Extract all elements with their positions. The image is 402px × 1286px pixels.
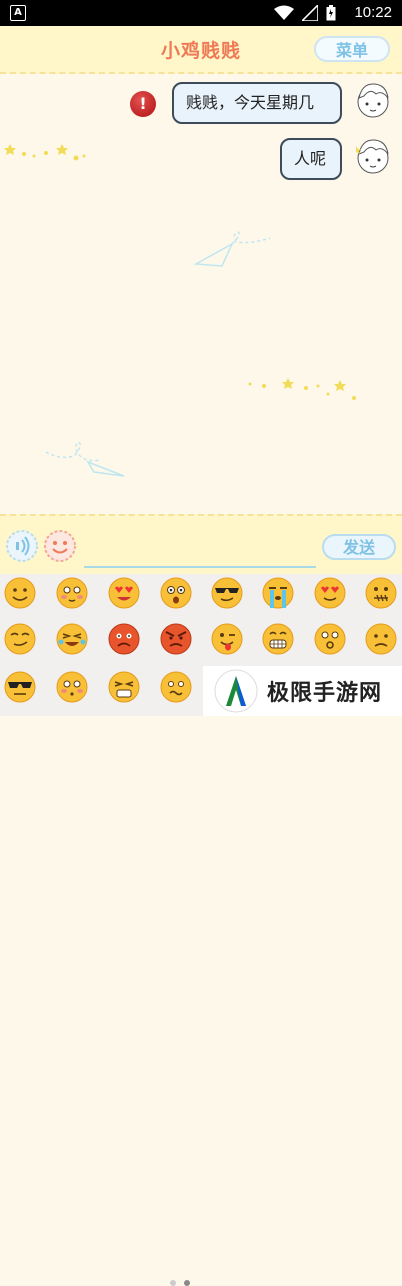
signal-icon (302, 5, 318, 21)
watermark-text: 极限手游网 (267, 681, 383, 706)
send-failed-icon[interactable]: ! (130, 91, 156, 117)
star-decoration-icon (248, 378, 356, 400)
sunglasses-icon[interactable] (3, 670, 37, 704)
wifi-icon (274, 5, 294, 20)
battery-icon (326, 5, 336, 21)
cool-sunglasses-icon[interactable] (210, 576, 244, 610)
paper-plane-decoration-icon (193, 231, 271, 267)
surprised-icon[interactable] (313, 622, 347, 656)
angry-red-icon[interactable] (107, 622, 141, 656)
menu-button[interactable]: 菜单 (314, 36, 390, 62)
chat-area[interactable]: ! 贱贱，今天星期几 人呢 (0, 74, 402, 514)
confused-icon[interactable] (159, 670, 193, 704)
notification-a-icon: A (10, 5, 26, 21)
watermark: 极限手游网 (203, 666, 402, 716)
send-button[interactable]: 发送 (322, 534, 396, 560)
input-bar: 发送 (0, 514, 402, 576)
sad-icon[interactable] (364, 622, 398, 656)
voice-icon[interactable] (6, 530, 38, 562)
clock: 10:22 (354, 4, 392, 21)
message-text: 人呢 (294, 149, 327, 168)
smirk-icon[interactable] (3, 622, 37, 656)
status-icons (274, 5, 336, 21)
smile-icon[interactable] (3, 576, 37, 610)
zipped-mouth-icon[interactable] (364, 576, 398, 610)
emoji-face-icon[interactable] (44, 530, 76, 562)
message-bubble[interactable]: 贱贱，今天星期几 (172, 82, 342, 124)
grin-icon[interactable] (261, 622, 295, 656)
page-dot[interactable] (170, 1280, 176, 1286)
message-input[interactable] (84, 530, 316, 568)
avatar[interactable] (354, 136, 392, 178)
crying-icon[interactable] (261, 576, 295, 610)
blushing-icon[interactable] (55, 670, 89, 704)
page-dot-active[interactable] (184, 1280, 190, 1286)
frustrated-icon[interactable] (107, 670, 141, 704)
furious-icon[interactable] (159, 622, 193, 656)
page-indicator (170, 1280, 190, 1286)
status-bar: A 10:22 (0, 0, 402, 26)
message-text: 贱贱，今天星期几 (186, 93, 315, 112)
wink-tongue-icon[interactable] (210, 622, 244, 656)
laughing-tears-icon[interactable] (55, 622, 89, 656)
message-bubble[interactable]: 人呢 (280, 138, 342, 180)
in-love-icon[interactable] (313, 576, 347, 610)
header-bar: 小鸡贱贱 菜单 (0, 26, 402, 74)
shy-icon[interactable] (55, 576, 89, 610)
site-logo-icon (214, 669, 258, 713)
shocked-icon[interactable] (159, 576, 193, 610)
paper-plane-decoration-icon (45, 441, 125, 477)
star-decoration-icon (4, 144, 86, 161)
heart-eyes-icon[interactable] (107, 576, 141, 610)
avatar[interactable] (354, 80, 392, 122)
